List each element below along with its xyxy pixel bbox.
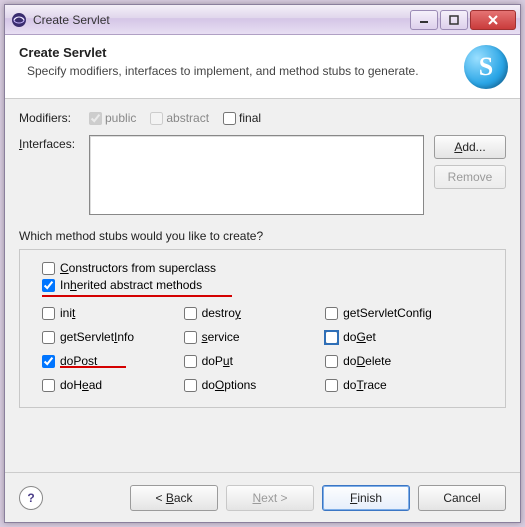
inherited-checkbox-row[interactable]: Inherited abstract methods [42, 278, 495, 292]
window-title: Create Servlet [33, 13, 408, 27]
stub-init[interactable]: init [42, 306, 184, 320]
stub-doPut-label: doPut [202, 354, 233, 368]
inherited-checkbox[interactable] [42, 279, 55, 292]
stub-doTrace-checkbox[interactable] [325, 379, 338, 392]
stub-doPut-checkbox[interactable] [184, 355, 197, 368]
add-button[interactable]: Add... [434, 135, 506, 159]
annotation-redline [42, 295, 232, 297]
close-button[interactable] [470, 10, 516, 30]
minimize-button[interactable] [410, 10, 438, 30]
remove-button: Remove [434, 165, 506, 189]
stub-doPost-checkbox[interactable] [42, 355, 55, 368]
stub-service[interactable]: service [184, 330, 326, 344]
maximize-button[interactable] [440, 10, 468, 30]
stub-service-checkbox[interactable] [184, 331, 197, 344]
stubs-question: Which method stubs would you like to cre… [19, 229, 506, 243]
stub-getServletInfo-checkbox[interactable] [42, 331, 55, 344]
stub-doOptions[interactable]: doOptions [184, 378, 326, 392]
next-button: Next > [226, 485, 314, 511]
interfaces-label: Interfaces: [19, 135, 89, 151]
interfaces-list[interactable] [89, 135, 424, 215]
stub-doTrace[interactable]: doTrace [325, 378, 495, 392]
stub-doPost[interactable]: doPost [42, 354, 184, 368]
stubs-panel: Constructors from superclass Inherited a… [19, 249, 506, 408]
eclipse-icon [11, 12, 27, 28]
annotation-redline [60, 366, 126, 368]
modifiers-label: Modifiers: [19, 111, 89, 125]
stub-doDelete-label: doDelete [343, 354, 391, 368]
stub-getServletInfo-label: getServletInfo [60, 330, 134, 344]
modifier-public: public [89, 111, 136, 125]
inherited-label: Inherited abstract methods [60, 278, 202, 292]
stub-doGet-label: doGet [343, 330, 376, 344]
stub-service-label: service [202, 330, 240, 344]
stub-getServletConfig[interactable]: getServletConfig [325, 306, 495, 320]
stub-doHead[interactable]: doHead [42, 378, 184, 392]
constructors-label: Constructors from superclass [60, 261, 216, 275]
stub-doGet[interactable]: doGet [325, 330, 495, 344]
stub-doOptions-checkbox[interactable] [184, 379, 197, 392]
finish-button[interactable]: Finish [322, 485, 410, 511]
help-button[interactable]: ? [19, 486, 43, 510]
cancel-button[interactable]: Cancel [418, 485, 506, 511]
stub-destroy-checkbox[interactable] [184, 307, 197, 320]
stub-doPut[interactable]: doPut [184, 354, 326, 368]
constructors-checkbox[interactable] [42, 262, 55, 275]
titlebar[interactable]: Create Servlet [5, 5, 520, 35]
stub-doHead-label: doHead [60, 378, 102, 392]
stub-init-checkbox[interactable] [42, 307, 55, 320]
banner: Create Servlet Specify modifiers, interf… [5, 35, 520, 99]
stub-destroy-label: destroy [202, 306, 241, 320]
modifier-abstract: abstract [150, 111, 209, 125]
stub-doOptions-label: doOptions [202, 378, 257, 392]
banner-heading: Create Servlet [19, 45, 506, 60]
content-area: Modifiers: public abstract final Interfa… [5, 99, 520, 408]
stub-init-label: init [60, 306, 75, 320]
interfaces-row: Interfaces: Add... Remove [19, 135, 506, 215]
stub-getServletInfo[interactable]: getServletInfo [42, 330, 184, 344]
stub-grid: init destroy getServletConfig getServletInf… [42, 303, 495, 395]
stub-doHead-checkbox[interactable] [42, 379, 55, 392]
stub-doDelete-checkbox[interactable] [325, 355, 338, 368]
modifier-final-checkbox[interactable] [223, 112, 236, 125]
modifiers-row: Modifiers: public abstract final [19, 111, 506, 125]
stub-doGet-checkbox[interactable] [325, 331, 338, 344]
back-button[interactable]: < Back [130, 485, 218, 511]
stub-doDelete[interactable]: doDelete [325, 354, 495, 368]
stub-getServletConfig-checkbox[interactable] [325, 307, 338, 320]
modifier-final[interactable]: final [223, 111, 261, 125]
servlet-icon: S [464, 45, 508, 89]
stub-getServletConfig-label: getServletConfig [343, 306, 432, 320]
footer: ? < Back Next > Finish Cancel [5, 472, 520, 522]
constructors-checkbox-row[interactable]: Constructors from superclass [42, 261, 495, 275]
stub-doTrace-label: doTrace [343, 378, 387, 392]
modifier-public-checkbox [89, 112, 102, 125]
dialog-window: Create Servlet Create Servlet Specify mo… [4, 4, 521, 523]
stub-destroy[interactable]: destroy [184, 306, 326, 320]
modifier-abstract-checkbox [150, 112, 163, 125]
banner-subtext: Specify modifiers, interfaces to impleme… [27, 64, 506, 78]
